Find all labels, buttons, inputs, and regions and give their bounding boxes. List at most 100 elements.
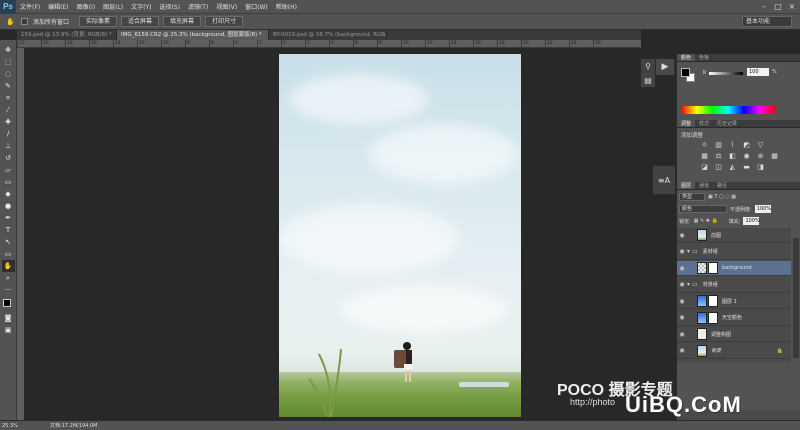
lasso-tool-icon[interactable]: ◌ xyxy=(2,68,15,80)
quick-select-tool-icon[interactable]: ✎ xyxy=(2,80,15,92)
zoom-level[interactable]: 25.3% xyxy=(2,423,24,429)
layer-row[interactable]: ◉ 背景 🔒 xyxy=(677,344,791,359)
type-tool-icon[interactable]: T xyxy=(2,224,15,236)
marquee-tool-icon[interactable]: ⬚ xyxy=(2,56,15,68)
tab-channels[interactable]: 通道 xyxy=(695,182,713,189)
layer-mask-thumbnail[interactable] xyxy=(708,295,718,307)
posterize-icon[interactable]: ◫ xyxy=(713,162,724,171)
color-spectrum[interactable] xyxy=(681,106,775,114)
expand-arrow-icon[interactable]: ▾ xyxy=(687,248,690,255)
pen-tool-icon[interactable]: ✒ xyxy=(2,212,15,224)
quick-mask-icon[interactable]: ◙ xyxy=(2,312,15,324)
vibrance-icon[interactable]: ▽ xyxy=(755,140,766,149)
eye-icon[interactable]: ◉ xyxy=(677,314,687,321)
curves-icon[interactable]: ⌇ xyxy=(727,140,738,149)
eraser-tool-icon[interactable]: ▱ xyxy=(2,164,15,176)
opacity-field[interactable]: 100% xyxy=(754,205,771,213)
selective-color-icon[interactable]: ◨ xyxy=(755,162,766,171)
actions-icon[interactable]: ▤ xyxy=(644,76,652,85)
tab-adjustments[interactable]: 调整 xyxy=(677,120,696,127)
move-tool-icon[interactable]: ✥ xyxy=(2,44,15,56)
menu-view[interactable]: 视图(V) xyxy=(212,2,241,11)
layer-row[interactable]: ◉ 前图 xyxy=(677,228,791,243)
tab-swatches[interactable]: 色板 xyxy=(695,54,713,61)
history-brush-tool-icon[interactable]: ↺ xyxy=(2,152,15,164)
black-white-icon[interactable]: ◧ xyxy=(727,151,738,160)
color-balance-icon[interactable]: ⚖ xyxy=(713,151,724,160)
eye-icon[interactable]: ◉ xyxy=(677,298,687,305)
layer-row[interactable]: ◉ ▾ ▭ 素材组 xyxy=(677,245,791,260)
tab-doc-2[interactable]: IMG_6159.CR2 @ 25.3% (background, 图层蒙版/8… xyxy=(117,30,269,40)
print-size-button[interactable]: 打印尺寸 xyxy=(205,16,244,27)
menu-edit[interactable]: 编辑(E) xyxy=(44,2,72,11)
k-slider[interactable] xyxy=(709,72,743,75)
fit-screen-button[interactable]: 适合屏幕 xyxy=(121,16,160,27)
gradient-map-icon[interactable]: ▬ xyxy=(741,162,752,171)
expand-arrow-icon[interactable]: ▾ xyxy=(687,281,690,288)
screen-mode-icon[interactable]: ▣ xyxy=(2,324,15,336)
shape-tool-icon[interactable]: ▭ xyxy=(2,248,15,260)
threshold-icon[interactable]: ◭ xyxy=(727,162,738,171)
tab-paths[interactable]: 路径 xyxy=(713,182,731,189)
character-panel-icon[interactable]: ≡A xyxy=(652,165,676,195)
menu-file[interactable]: 文件(F) xyxy=(16,2,44,11)
dodge-tool-icon[interactable]: ● xyxy=(2,200,15,212)
all-windows-checkbox[interactable] xyxy=(21,18,28,25)
tab-history[interactable]: 历史记录 xyxy=(713,120,741,127)
menu-layer[interactable]: 图层(L) xyxy=(99,2,127,11)
k-value-field[interactable]: 100 xyxy=(747,68,769,76)
gradient-tool-icon[interactable]: ▭ xyxy=(2,176,15,188)
menu-image[interactable]: 图像(I) xyxy=(73,2,99,11)
menu-select[interactable]: 选择(S) xyxy=(155,2,184,11)
eye-icon[interactable]: ◉ xyxy=(677,248,687,255)
hand-tool-icon[interactable]: ✋ xyxy=(4,16,17,28)
layer-mask-thumbnail[interactable] xyxy=(708,262,718,274)
channel-mixer-icon[interactable]: ⊛ xyxy=(755,151,766,160)
menu-help[interactable]: 帮助(H) xyxy=(272,2,301,11)
tab-layers[interactable]: 图层 xyxy=(677,182,696,189)
hue-saturation-icon[interactable]: ▦ xyxy=(699,151,710,160)
eye-icon[interactable]: ◉ xyxy=(677,331,687,338)
exposure-icon[interactable]: ◩ xyxy=(741,140,752,149)
fill-screen-button[interactable]: 填充屏幕 xyxy=(163,16,202,27)
layer-row[interactable]: ◉ 天空颜色 xyxy=(677,311,791,326)
eye-icon[interactable]: ◉ xyxy=(677,265,687,272)
layers-scrollbar[interactable] xyxy=(793,238,799,358)
eye-icon[interactable]: ◉ xyxy=(677,347,687,354)
filter-icons[interactable]: ▣ T ▢ ◌ ▦ xyxy=(708,194,736,200)
eyedropper-tool-icon[interactable]: ⁄ xyxy=(2,104,15,116)
layer-filter-select[interactable]: 类型 xyxy=(679,193,705,201)
invert-icon[interactable]: ◪ xyxy=(699,162,710,171)
photo-filter-icon[interactable]: ◉ xyxy=(741,151,752,160)
path-select-tool-icon[interactable]: ↖ xyxy=(2,236,15,248)
crop-tool-icon[interactable]: ⌗ xyxy=(2,92,15,104)
close-icon[interactable]: × xyxy=(786,1,798,11)
layer-mask-thumbnail[interactable] xyxy=(708,311,718,324)
minimize-icon[interactable]: – xyxy=(758,1,770,11)
workspace-select[interactable]: 基本功能 xyxy=(742,16,792,27)
healing-tool-icon[interactable]: ✚ xyxy=(2,116,15,128)
blur-tool-icon[interactable]: ◆ xyxy=(2,188,15,200)
fill-field[interactable]: 100% xyxy=(743,217,760,225)
play-icon[interactable]: ▶ xyxy=(655,58,675,76)
zoom-tool-icon[interactable]: ⌕ xyxy=(2,272,15,284)
tab-doc-1[interactable]: 159.psd @ 13.9% (背景, RGB/8) * xyxy=(17,30,117,40)
foreground-color[interactable] xyxy=(2,299,11,307)
stamp-tool-icon[interactable]: ⊥ xyxy=(2,140,15,152)
brightness-icon[interactable]: ☼ xyxy=(699,140,710,149)
blend-mode-select[interactable]: 颜色 xyxy=(679,205,727,213)
document-canvas[interactable] xyxy=(279,54,521,417)
tab-styles[interactable]: 样式 xyxy=(695,120,713,127)
color-lookup-icon[interactable]: ▦ xyxy=(769,151,780,160)
foreground-swatch[interactable] xyxy=(681,68,690,77)
menu-type[interactable]: 文字(Y) xyxy=(127,2,155,11)
eye-icon[interactable]: ◉ xyxy=(677,281,687,288)
levels-icon[interactable]: ▥ xyxy=(713,140,724,149)
brush-tool-icon[interactable]: ∕ xyxy=(2,128,15,140)
maximize-icon[interactable]: □ xyxy=(772,1,784,11)
layer-row[interactable]: ◉ 调整构图 xyxy=(677,327,791,342)
layer-row[interactable]: ◉ ▾ ▭ 背景组 xyxy=(677,278,791,293)
lock-icons[interactable]: ▦ ✎ ✥ 🔒 xyxy=(694,218,718,224)
more-tools-icon[interactable]: ··· xyxy=(2,284,15,296)
menu-window[interactable]: 窗口(W) xyxy=(241,2,272,11)
